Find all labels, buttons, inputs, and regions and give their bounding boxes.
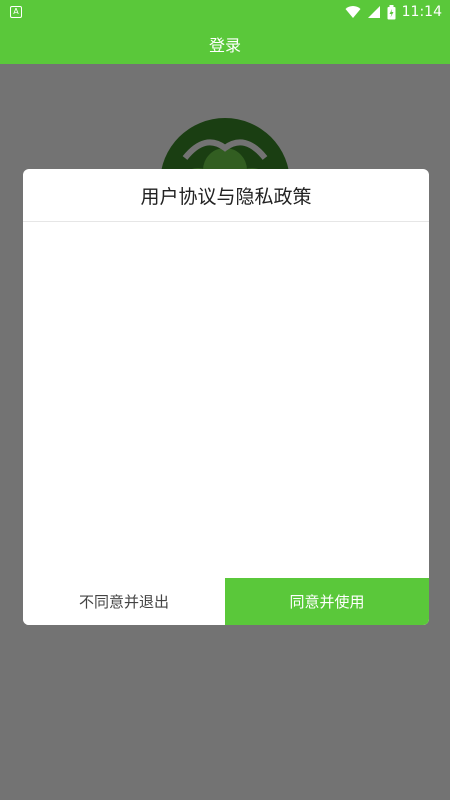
signal-icon [367, 6, 380, 18]
agree-use-button[interactable]: 同意并使用 [225, 578, 429, 625]
status-icons: 11:14 [345, 0, 442, 24]
notification-a-icon: A [10, 6, 22, 18]
app-bar: 登录 [0, 24, 450, 64]
page-title: 登录 [208, 36, 241, 55]
agreement-body[interactable] [23, 223, 429, 578]
disagree-exit-button[interactable]: 不同意并退出 [23, 578, 225, 625]
agreement-dialog: 用户协议与隐私政策 不同意并退出 同意并使用 [23, 169, 429, 625]
wifi-icon [345, 6, 361, 19]
status-bar: A 11:14 [0, 0, 450, 24]
status-time: 11:14 [401, 4, 442, 20]
dialog-title: 用户协议与隐私政策 [23, 169, 429, 222]
dialog-actions: 不同意并退出 同意并使用 [23, 578, 429, 625]
screen: A 11:14 登录 用户协议与隐私政策 不同意并退出 同意并使用 [0, 0, 450, 800]
battery-charging-icon [387, 4, 396, 19]
